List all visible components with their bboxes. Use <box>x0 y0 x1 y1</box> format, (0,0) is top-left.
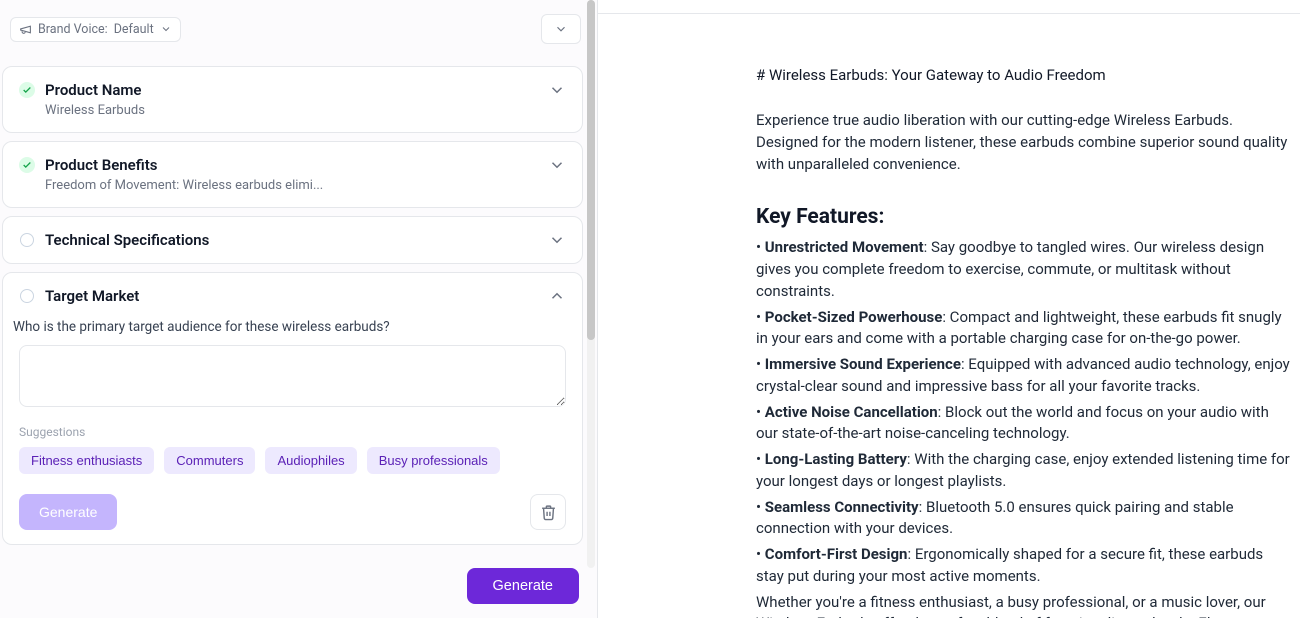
section-title: Product Benefits <box>45 156 538 174</box>
section-product-name: Product Name Wireless Earbuds <box>2 66 583 133</box>
feature-line: • Unrestricted Movement: Say goodbye to … <box>756 237 1290 302</box>
doc-intro: Experience true audio liberation with ou… <box>756 110 1290 175</box>
left-footer: Generate <box>0 553 597 618</box>
section-value-preview: Freedom of Movement: Wireless earbuds el… <box>45 178 566 193</box>
suggestion-chip[interactable]: Fitness enthusiasts <box>19 447 154 474</box>
brand-voice-value: Default <box>114 22 154 37</box>
suggestion-chips: Fitness enthusiasts Commuters Audiophile… <box>19 447 566 474</box>
chevron-down-icon <box>548 231 566 249</box>
form-panel: Brand Voice: Default Product Name Wirele… <box>0 0 598 618</box>
generate-button[interactable]: Generate <box>467 568 579 604</box>
chevron-down-icon <box>548 156 566 174</box>
chevron-down-icon <box>548 81 566 99</box>
feature-line: • Comfort-First Design: Ergonomically sh… <box>756 544 1290 588</box>
status-filled-icon <box>19 157 35 173</box>
feature-line: • Pocket-Sized Powerhouse: Compact and l… <box>756 307 1290 351</box>
megaphone-icon <box>19 23 32 36</box>
brand-voice-selector[interactable]: Brand Voice: Default <box>10 17 181 42</box>
left-scrollbar[interactable] <box>587 0 595 618</box>
chevron-down-icon <box>160 23 172 35</box>
section-body-target-market: Who is the primary target audience for t… <box>19 319 566 530</box>
document-area[interactable]: # Wireless Earbuds: Your Gateway to Audi… <box>598 14 1300 618</box>
doc-heading: # Wireless Earbuds: Your Gateway to Audi… <box>756 66 1290 84</box>
section-generate-button[interactable]: Generate <box>19 494 117 530</box>
trash-icon <box>540 504 557 521</box>
doc-outro: Whether you're a fitness enthusiast, a b… <box>756 592 1290 618</box>
section-technical-specs: Technical Specifications <box>2 216 583 264</box>
delete-button[interactable] <box>530 494 566 530</box>
status-empty-icon <box>19 232 35 248</box>
section-header-product-name[interactable]: Product Name <box>19 81 566 99</box>
section-title: Product Name <box>45 81 538 99</box>
form-scroll[interactable]: Brand Voice: Default Product Name Wirele… <box>0 0 597 553</box>
section-target-market: Target Market Who is the primary target … <box>2 272 583 545</box>
feature-line: • Long-Lasting Battery: With the chargin… <box>756 449 1290 493</box>
section-value-preview: Wireless Earbuds <box>45 103 566 118</box>
section-product-benefits: Product Benefits Freedom of Movement: Wi… <box>2 141 583 208</box>
doc-features-heading: Key Features: <box>756 205 1290 229</box>
target-market-input[interactable] <box>19 345 566 407</box>
section-title: Technical Specifications <box>45 231 538 249</box>
editor-toolbar <box>598 0 1300 14</box>
panel-options-dropdown[interactable] <box>541 14 581 44</box>
target-market-prompt: Who is the primary target audience for t… <box>13 319 566 335</box>
chevron-up-icon <box>548 287 566 305</box>
features-list: • Unrestricted Movement: Say goodbye to … <box>756 237 1290 587</box>
chevron-down-icon <box>554 22 568 36</box>
feature-line: • Immersive Sound Experience: Equipped w… <box>756 354 1290 398</box>
section-header-target-market[interactable]: Target Market <box>19 287 566 305</box>
feature-line: • Seamless Connectivity: Bluetooth 5.0 e… <box>756 497 1290 541</box>
suggestion-chip[interactable]: Busy professionals <box>367 447 500 474</box>
status-filled-icon <box>19 82 35 98</box>
suggestion-chip[interactable]: Commuters <box>164 447 255 474</box>
editor-panel: # Wireless Earbuds: Your Gateway to Audi… <box>598 0 1300 618</box>
suggestions-label: Suggestions <box>19 425 566 439</box>
brand-voice-row: Brand Voice: Default <box>0 0 597 58</box>
section-title: Target Market <box>45 287 538 305</box>
section-header-technical-specs[interactable]: Technical Specifications <box>19 231 566 249</box>
status-empty-icon <box>19 288 35 304</box>
brand-voice-label: Brand Voice: <box>38 22 108 37</box>
section-header-product-benefits[interactable]: Product Benefits <box>19 156 566 174</box>
feature-line: • Active Noise Cancellation: Block out t… <box>756 402 1290 446</box>
suggestion-chip[interactable]: Audiophiles <box>265 447 356 474</box>
